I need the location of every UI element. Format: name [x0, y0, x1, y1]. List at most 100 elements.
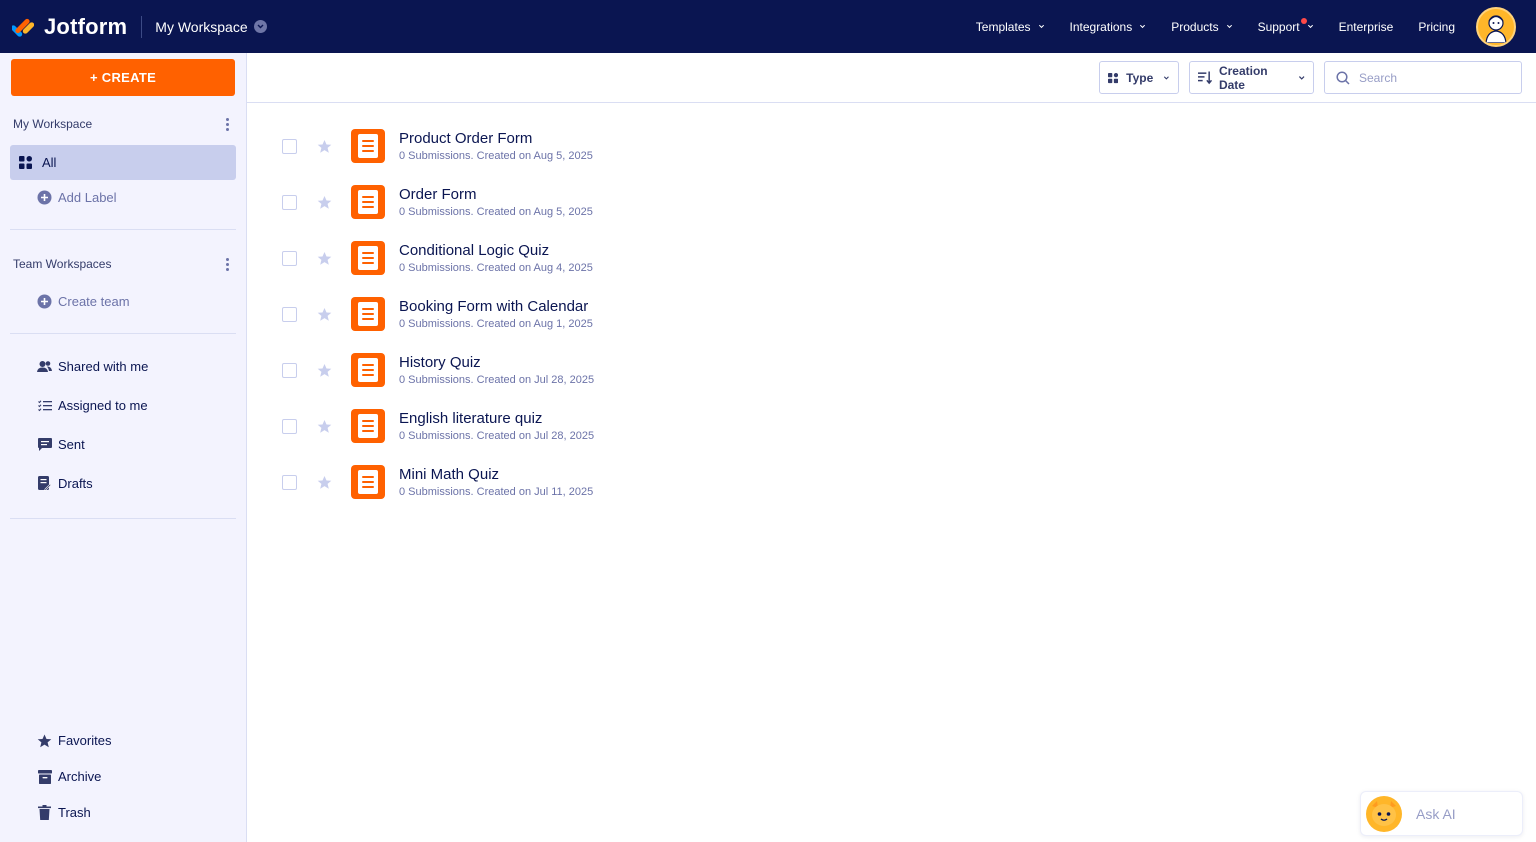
form-list-item[interactable]: English literature quiz 0 Submissions. Cr…	[282, 406, 594, 446]
search-icon	[1336, 70, 1350, 85]
form-title[interactable]: Conditional Logic Quiz	[399, 242, 593, 260]
plus-circle-icon	[37, 294, 52, 309]
notification-dot	[1300, 17, 1307, 24]
form-text: English literature quiz 0 Submissions. Cr…	[399, 410, 594, 443]
form-title[interactable]: Product Order Form	[399, 130, 593, 148]
search-field[interactable]	[1324, 61, 1522, 94]
type-filter-label: Type	[1126, 70, 1154, 85]
ask-ai-button[interactable]: Ask AI	[1360, 791, 1523, 836]
form-list-item[interactable]: Mini Math Quiz 0 Submissions. Created on …	[282, 462, 593, 502]
brand-name: Jotform	[44, 13, 128, 39]
jotform-logo-icon	[12, 18, 34, 37]
sort-dropdown[interactable]: Creation Date	[1189, 61, 1314, 94]
add-label-text: Add Label	[58, 190, 117, 205]
sort-icon	[1198, 70, 1212, 84]
create-team-text: Create team	[58, 294, 130, 309]
trash-icon	[37, 805, 52, 820]
star-icon[interactable]	[317, 307, 332, 322]
nav-support-label: Support	[1257, 19, 1300, 34]
create-team-button[interactable]: Create team	[37, 294, 130, 309]
sidebar-item-trash[interactable]: Trash	[37, 805, 91, 820]
type-filter-dropdown[interactable]: Type	[1099, 61, 1179, 94]
jotform-logo[interactable]: Jotform	[12, 0, 127, 53]
sidebar-item-archive[interactable]: Archive	[37, 769, 101, 784]
sidebar-item-favorites[interactable]: Favorites	[37, 733, 111, 748]
star-icon[interactable]	[317, 195, 332, 210]
add-label-button[interactable]: Add Label	[37, 190, 117, 205]
form-title[interactable]: Order Form	[399, 186, 593, 204]
create-button[interactable]: + CREATE	[11, 59, 235, 96]
form-text: Conditional Logic Quiz 0 Submissions. Cre…	[399, 242, 593, 275]
avatar[interactable]	[1476, 6, 1516, 47]
star-icon[interactable]	[317, 363, 332, 378]
form-list-item[interactable]: Product Order Form 0 Submissions. Created…	[282, 126, 593, 166]
form-title[interactable]: English literature quiz	[399, 410, 594, 428]
nav-products-label: Products	[1171, 19, 1219, 34]
sort-label: Creation Date	[1218, 63, 1268, 92]
nav-support[interactable]: Support	[1257, 17, 1314, 34]
chevron-down-icon	[1164, 75, 1170, 80]
nav-pricing[interactable]: Pricing	[1418, 20, 1455, 34]
workspace-title: My Workspace	[155, 18, 248, 35]
star-icon[interactable]	[317, 475, 332, 490]
favorites-label: Favorites	[58, 733, 112, 748]
workspace-switcher[interactable]: My Workspace	[155, 18, 267, 35]
my-workspace-section-header: My Workspace	[13, 117, 233, 131]
grid-icon	[1108, 72, 1119, 83]
nav-integrations-label: Integrations	[1069, 19, 1133, 34]
nav-enterprise-label: Enterprise	[1338, 19, 1394, 34]
form-title[interactable]: Booking Form with Calendar	[399, 298, 593, 316]
star-icon[interactable]	[317, 251, 332, 266]
archive-label: Archive	[58, 769, 102, 784]
nav-pricing-label: Pricing	[1418, 19, 1455, 34]
form-list-item[interactable]: Order Form 0 Submissions. Created on Aug …	[282, 182, 593, 222]
chevron-down-icon	[1140, 24, 1146, 29]
form-text: Booking Form with Calendar 0 Submissions.…	[399, 298, 593, 331]
form-title[interactable]: Mini Math Quiz	[399, 466, 593, 484]
sidebar-item-all-label: All	[42, 155, 57, 170]
nav-templates[interactable]: Templates	[976, 20, 1045, 34]
chevron-down-icon	[1307, 24, 1313, 29]
nav-integrations[interactable]: Integrations	[1070, 20, 1147, 34]
form-select-checkbox[interactable]	[282, 250, 297, 266]
nav-products[interactable]: Products	[1171, 20, 1232, 34]
star-icon[interactable]	[317, 419, 332, 434]
sidebar-item-all[interactable]: All	[10, 145, 236, 180]
kebab-menu-icon[interactable]	[221, 257, 233, 271]
form-select-checkbox[interactable]	[282, 362, 297, 378]
sidebar-item-assigned-to-me[interactable]: Assigned to me	[37, 398, 148, 413]
star-icon[interactable]	[317, 139, 332, 154]
search-input[interactable]	[1359, 70, 1519, 85]
form-list-item[interactable]: History Quiz 0 Submissions. Created on Ju…	[282, 350, 594, 390]
trash-label: Trash	[58, 805, 91, 820]
form-meta: 0 Submissions. Created on Jul 28, 2025	[399, 373, 595, 386]
form-meta: 0 Submissions. Created on Aug 5, 2025	[399, 149, 593, 162]
form-meta: 0 Submissions. Created on Jul 11, 2025	[399, 485, 594, 498]
form-select-checkbox[interactable]	[282, 194, 297, 210]
form-select-checkbox[interactable]	[282, 138, 297, 154]
star-icon	[37, 733, 52, 748]
form-select-checkbox[interactable]	[282, 306, 297, 322]
sidebar-item-drafts[interactable]: Drafts	[37, 476, 93, 491]
form-text: Mini Math Quiz 0 Submissions. Created on …	[399, 466, 593, 499]
form-text: History Quiz 0 Submissions. Created on Ju…	[399, 354, 594, 387]
top-navigation-bar: Jotform My Workspace Templates Integrati…	[0, 0, 1536, 53]
sidebar-item-sent[interactable]: Sent	[37, 437, 85, 452]
form-icon	[351, 353, 385, 387]
form-list-item[interactable]: Conditional Logic Quiz 0 Submissions. Cre…	[282, 238, 593, 278]
divider	[10, 229, 236, 230]
sidebar: + CREATE My Workspace All Add Label Team…	[0, 53, 247, 842]
kebab-menu-icon[interactable]	[221, 117, 233, 131]
sidebar-item-shared-with-me[interactable]: Shared with me	[37, 359, 148, 374]
ask-ai-label: Ask AI	[1416, 805, 1456, 822]
form-meta: 0 Submissions. Created on Aug 4, 2025	[399, 261, 593, 274]
divider	[10, 518, 236, 519]
form-icon	[351, 185, 385, 219]
form-title[interactable]: History Quiz	[399, 354, 594, 372]
avatar-icon	[1485, 14, 1507, 43]
form-select-checkbox[interactable]	[282, 474, 297, 490]
nav-enterprise[interactable]: Enterprise	[1339, 20, 1394, 34]
chevron-down-icon	[1038, 24, 1044, 29]
form-select-checkbox[interactable]	[282, 418, 297, 434]
form-list-item[interactable]: Booking Form with Calendar 0 Submissions.…	[282, 294, 593, 334]
